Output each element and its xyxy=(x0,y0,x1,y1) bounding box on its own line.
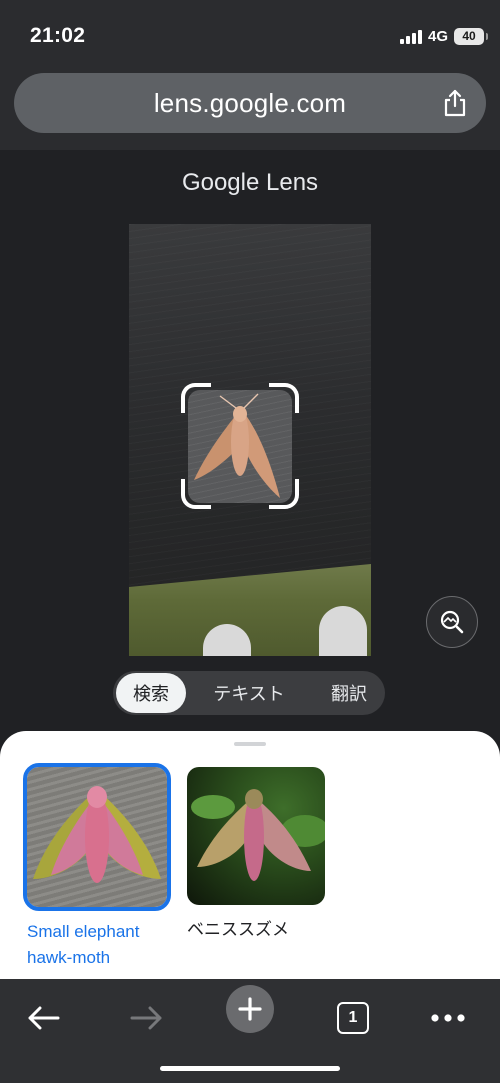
more-horizontal-icon xyxy=(431,1014,465,1022)
result-thumbnail[interactable] xyxy=(187,767,325,905)
image-search-icon xyxy=(440,610,464,634)
result-label[interactable]: Small elephant hawk-moth xyxy=(27,919,167,971)
url-text[interactable]: lens.google.com xyxy=(154,88,346,119)
share-icon[interactable] xyxy=(442,89,468,117)
crop-corner-top-right[interactable] xyxy=(269,383,299,413)
crop-corner-top-left[interactable] xyxy=(181,383,211,413)
lens-title: Google Lens xyxy=(181,169,319,196)
results-sheet: Small elephant hawk-moth ベニススズメ xyxy=(0,731,500,983)
menu-button[interactable] xyxy=(428,988,468,1048)
sheet-drag-handle[interactable] xyxy=(234,742,266,746)
plus-icon xyxy=(238,997,262,1021)
new-tab-button[interactable] xyxy=(226,985,274,1033)
forward-button[interactable] xyxy=(126,988,168,1048)
result-card[interactable]: ベニススズメ xyxy=(187,767,327,943)
arrow-left-icon xyxy=(28,1006,60,1030)
moth-image xyxy=(191,789,325,881)
status-time: 21:02 xyxy=(30,24,86,47)
result-thumbnail[interactable] xyxy=(23,763,171,911)
result-label-line1[interactable]: Small elephant xyxy=(27,919,167,945)
result-label[interactable]: ベニススズメ xyxy=(187,917,327,943)
back-button[interactable] xyxy=(22,988,64,1048)
status-indicators: 4G 40 xyxy=(399,26,488,46)
network-type: 4G xyxy=(427,27,448,45)
home-indicator[interactable] xyxy=(160,1066,340,1071)
crop-corner-bottom-right[interactable] xyxy=(269,479,299,509)
result-label-line1[interactable]: ベニススズメ xyxy=(187,917,327,943)
status-bar: 21:02 4G 40 xyxy=(0,0,500,72)
result-label-line2[interactable]: hawk-moth xyxy=(27,945,167,971)
battery-level: 40 xyxy=(462,29,476,43)
moth-image xyxy=(33,786,161,883)
crop-corner-bottom-left[interactable] xyxy=(181,479,211,509)
shoe-right xyxy=(319,606,367,656)
signal-icon xyxy=(399,28,422,44)
tab-count-icon: 1 xyxy=(337,1002,369,1034)
battery-icon: 40 xyxy=(454,27,488,45)
tabs-button[interactable]: 1 xyxy=(336,988,370,1048)
tab-count: 1 xyxy=(348,1009,358,1026)
result-card[interactable]: Small elephant hawk-moth xyxy=(23,763,171,971)
mode-selector: 検索 テキスト 翻訳 xyxy=(113,671,385,715)
tab-search[interactable]: 検索 xyxy=(116,673,186,713)
url-bar[interactable]: lens.google.com xyxy=(14,73,486,133)
tab-translate[interactable]: 翻訳 xyxy=(313,671,385,715)
arrow-right-icon xyxy=(130,1006,162,1030)
image-search-button[interactable] xyxy=(426,596,478,648)
address-area: lens.google.com xyxy=(0,72,500,150)
tab-text[interactable]: テキスト xyxy=(199,671,299,715)
